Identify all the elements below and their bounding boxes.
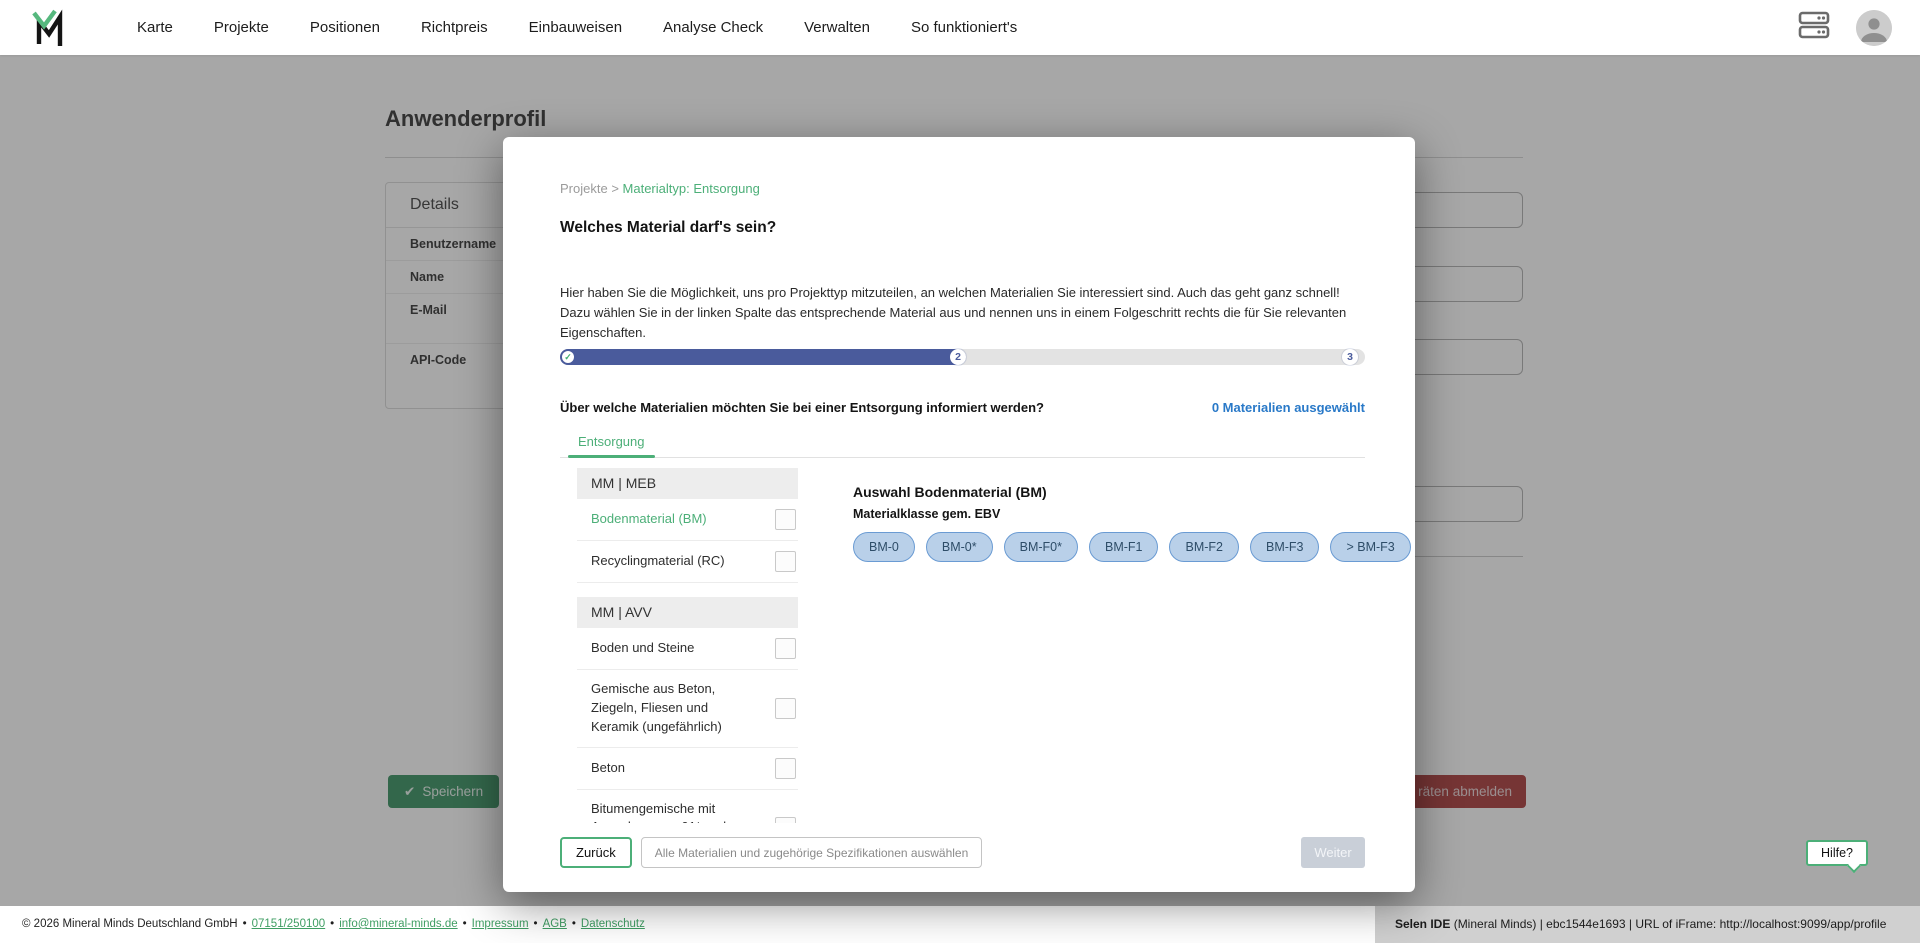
modal-description: Hier haben Sie die Möglichkeit, uns pro …	[560, 283, 1365, 343]
back-button[interactable]: Zurück	[560, 837, 632, 868]
material-label[interactable]: Beton	[591, 759, 749, 778]
material-list: MM | MEB Bodenmaterial (BM) Recyclingmat…	[577, 468, 798, 823]
pill-bm-0s[interactable]: BM-0*	[926, 532, 993, 562]
breadcrumb-parent[interactable]: Projekte	[560, 181, 608, 196]
material-checkbox[interactable]	[775, 698, 796, 719]
status-details: (Mineral Minds) | ebc1544e1693 | URL of …	[1450, 917, 1886, 931]
step2-badge: 2	[950, 349, 966, 365]
pill-bm-f0s[interactable]: BM-F0*	[1004, 532, 1078, 562]
footer-link-phone[interactable]: 07151/250100	[252, 918, 326, 930]
nav-item-karte[interactable]: Karte	[137, 19, 173, 36]
material-checkbox[interactable]	[775, 817, 796, 823]
material-group-avv: MM | AVV Boden und Steine Gemische aus B…	[577, 597, 798, 823]
status-app-name: Selen IDE	[1395, 917, 1450, 931]
group-header: MM | MEB	[577, 468, 798, 499]
select-all-button[interactable]: Alle Materialien und zugehörige Spezifik…	[641, 837, 983, 868]
footer-separator: •	[463, 918, 467, 930]
pill-bm-f3[interactable]: BM-F3	[1250, 532, 1320, 562]
breadcrumb: Projekte > Materialtyp: Entsorgung	[560, 181, 760, 196]
list-item-gemische[interactable]: Gemische aus Beton, Ziegeln, Fliesen und…	[577, 670, 798, 748]
breadcrumb-separator: >	[608, 181, 623, 196]
material-checkbox[interactable]	[775, 758, 796, 779]
tab-entsorgung-label: Entsorgung	[578, 434, 645, 449]
main-nav: Karte Projekte Positionen Richtpreis Ein…	[137, 0, 1017, 55]
question-row: Über welche Materialien möchten Sie bei …	[560, 400, 1365, 415]
avatar-icon[interactable]	[1856, 10, 1892, 46]
group-header: MM | AVV	[577, 597, 798, 628]
progress-fill	[560, 349, 966, 365]
pill-gt-bm-f3[interactable]: > BM-F3	[1330, 532, 1410, 562]
app-root: Anwenderprofil Details Benutzername Name…	[0, 0, 1920, 943]
material-label[interactable]: Bodenmaterial (BM)	[591, 510, 749, 529]
step3-badge: 3	[1342, 349, 1358, 365]
list-item-recyclingmaterial[interactable]: Recyclingmaterial (RC)	[577, 541, 798, 583]
footer-separator: •	[330, 918, 334, 930]
list-item-bitumengemische[interactable]: Bitumengemische mit Ausnahme von 01* und…	[577, 790, 798, 823]
material-label[interactable]: Gemische aus Beton, Ziegeln, Fliesen und…	[591, 680, 749, 737]
footer: © 2026 Mineral Minds Deutschland GmbH • 07…	[0, 906, 1920, 943]
material-label[interactable]: Bitumengemische mit Ausnahme von 01* und…	[591, 800, 749, 823]
footer-legal: © 2026 Mineral Minds Deutschland GmbH • 07…	[22, 906, 645, 943]
modal-content: Projekte > Materialtyp: Entsorgung Welch…	[560, 137, 1365, 892]
material-class-pills: BM-0 BM-0* BM-F0* BM-F1 BM-F2 BM-F3 > BM…	[853, 532, 1365, 562]
topbar: Karte Projekte Positionen Richtpreis Ein…	[0, 0, 1920, 55]
material-selection-dialog: Projekte > Materialtyp: Entsorgung Welch…	[503, 137, 1415, 892]
status-bar: Selen IDE (Mineral Minds) | ebc1544e1693…	[1375, 906, 1920, 943]
selection-panel: Auswahl Bodenmaterial (BM) Materialklass…	[853, 468, 1365, 823]
tabs-row: Entsorgung	[560, 433, 1365, 458]
selection-panel-title: Auswahl Bodenmaterial (BM)	[853, 484, 1365, 500]
pill-bm-0[interactable]: BM-0	[853, 532, 915, 562]
nav-item-analyse-check[interactable]: Analyse Check	[663, 19, 763, 36]
nav-item-einbauweisen[interactable]: Einbauweisen	[529, 19, 622, 36]
nav-item-positionen[interactable]: Positionen	[310, 19, 380, 36]
progress-bar: ✓ 2 3	[560, 349, 1365, 365]
material-label[interactable]: Recyclingmaterial (RC)	[591, 552, 749, 571]
mineral-minds-logo[interactable]	[32, 9, 66, 47]
pill-bm-f2[interactable]: BM-F2	[1169, 532, 1239, 562]
help-button-label: Hilfe?	[1821, 846, 1853, 860]
modal-body: MM | MEB Bodenmaterial (BM) Recyclingmat…	[560, 468, 1365, 823]
selected-count[interactable]: 0 Materialien ausgewählt	[1212, 400, 1365, 415]
footer-link-impressum[interactable]: Impressum	[472, 918, 529, 930]
nav-item-projekte[interactable]: Projekte	[214, 19, 269, 36]
help-button[interactable]: Hilfe?	[1806, 840, 1868, 866]
footer-separator: •	[572, 918, 576, 930]
material-checkbox[interactable]	[775, 638, 796, 659]
next-button[interactable]: Weiter	[1301, 837, 1365, 868]
footer-separator: •	[534, 918, 538, 930]
material-group-meb: MM | MEB Bodenmaterial (BM) Recyclingmat…	[577, 468, 798, 583]
list-item-boden-und-steine[interactable]: Boden und Steine	[577, 628, 798, 670]
nav-item-richtpreis[interactable]: Richtpreis	[421, 19, 488, 36]
footer-separator: •	[243, 918, 247, 930]
tab-active-indicator	[568, 455, 655, 459]
material-checkbox[interactable]	[775, 551, 796, 572]
question-text: Über welche Materialien möchten Sie bei …	[560, 400, 1044, 415]
footer-link-datenschutz[interactable]: Datenschutz	[581, 918, 645, 930]
tab-entsorgung[interactable]: Entsorgung	[560, 433, 663, 458]
list-item-beton[interactable]: Beton	[577, 748, 798, 790]
topbar-right	[1798, 0, 1892, 55]
nav-item-verwalten[interactable]: Verwalten	[804, 19, 870, 36]
modal-actions: Zurück Alle Materialien und zugehörige S…	[560, 837, 1365, 868]
breadcrumb-current: Materialtyp: Entsorgung	[623, 181, 760, 196]
footer-link-email[interactable]: info@mineral-minds.de	[339, 918, 457, 930]
material-label[interactable]: Boden und Steine	[591, 639, 749, 658]
modal-title: Welches Material darf's sein?	[560, 219, 776, 237]
pill-bm-f1[interactable]: BM-F1	[1089, 532, 1159, 562]
step1-done-check-icon: ✓	[562, 351, 574, 363]
selection-panel-subtitle: Materialklasse gem. EBV	[853, 507, 1365, 521]
footer-link-agb[interactable]: AGB	[543, 918, 567, 930]
list-item-bodenmaterial[interactable]: Bodenmaterial (BM)	[577, 499, 798, 541]
copyright-text: © 2026 Mineral Minds Deutschland GmbH	[22, 918, 238, 930]
nav-item-so-funktionierts[interactable]: So funktioniert's	[911, 19, 1017, 36]
material-checkbox[interactable]	[775, 509, 796, 530]
devices-icon[interactable]	[1798, 9, 1830, 46]
